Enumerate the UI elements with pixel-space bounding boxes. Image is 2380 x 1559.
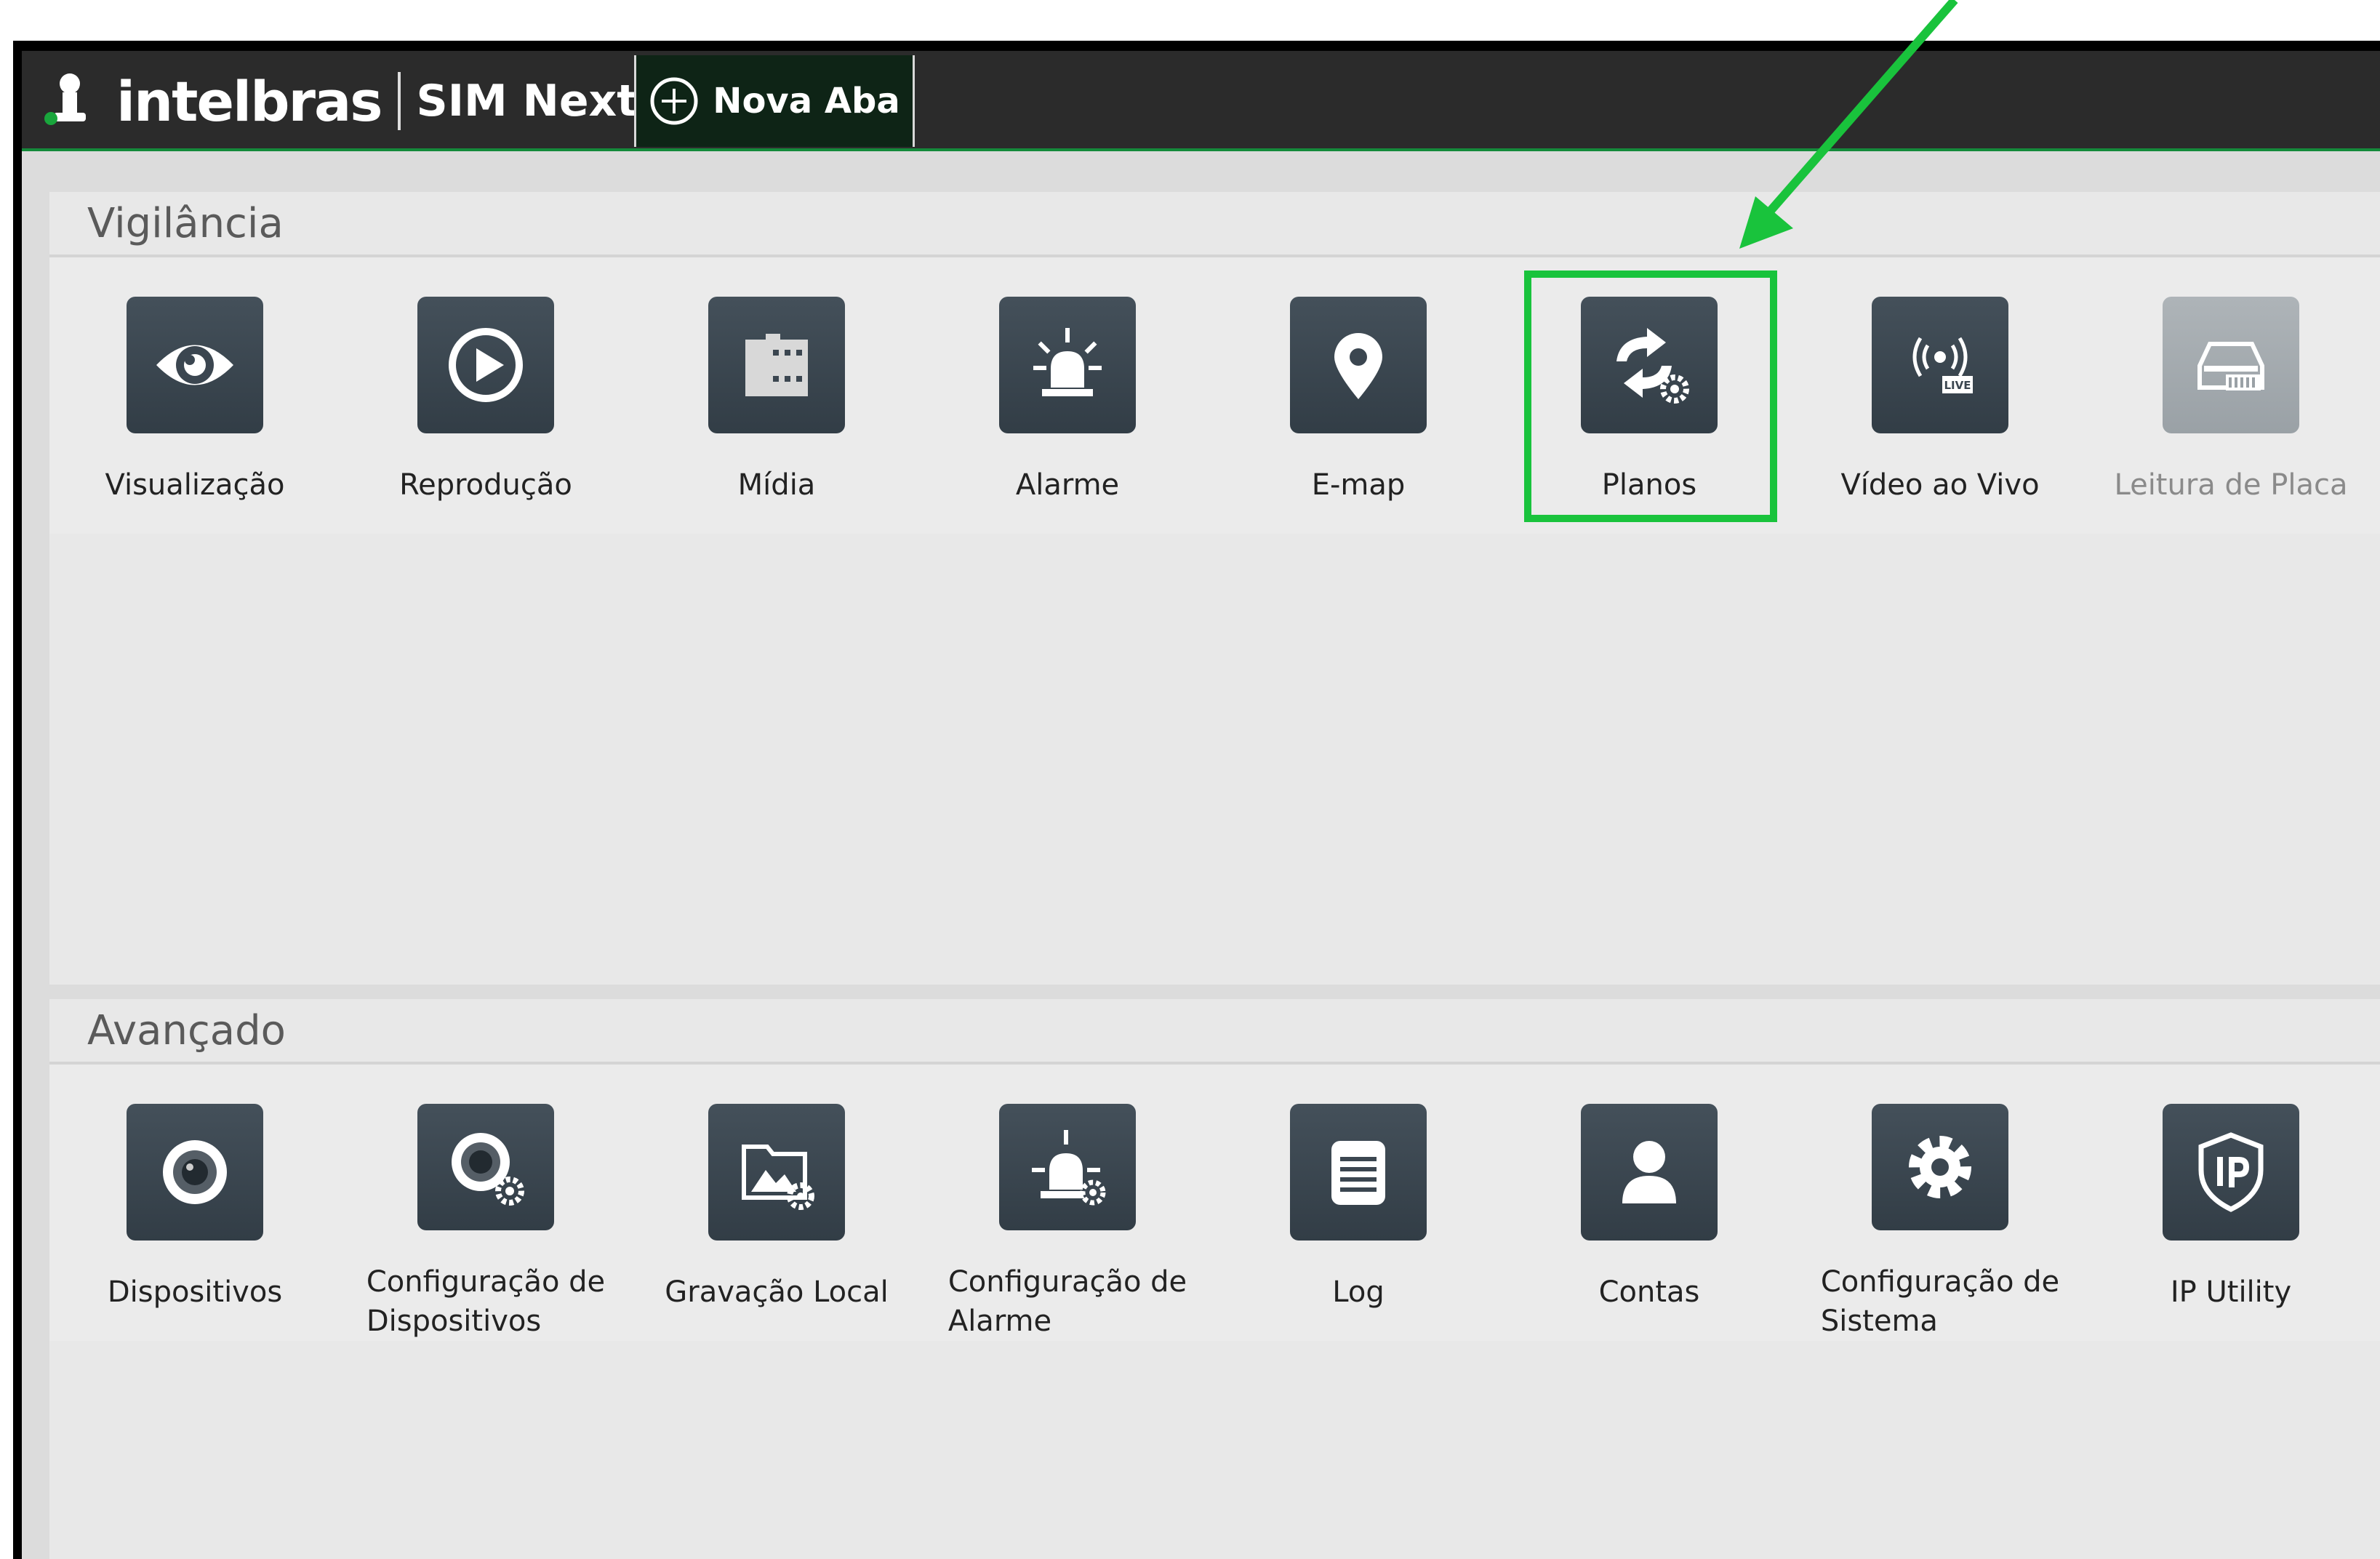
svg-text:LIVE: LIVE	[1944, 379, 1971, 392]
tile-dispositivos[interactable]: Dispositivos	[49, 1065, 340, 1341]
app-logo: intelbras SIM Next	[44, 51, 638, 151]
log-list-icon	[1331, 1141, 1385, 1205]
tile-label: Vídeo ao Vivo	[1840, 468, 2040, 502]
tile-gravacao-local[interactable]: Gravação Local	[631, 1065, 922, 1341]
tile-label: Configuração de Alarme	[947, 1265, 1187, 1338]
tile-label: IP Utility	[2170, 1275, 2292, 1309]
section-avancado: Avançado Dispositivos Configuração de Di…	[49, 999, 2380, 1559]
tile-label: Reprodução	[399, 468, 572, 502]
icon-row: Visualização Reprodução Mídia Alarme E-m…	[49, 257, 2380, 534]
camera-icon	[163, 1140, 227, 1204]
tile-alarme[interactable]: Alarme	[922, 257, 1213, 534]
user-logo-icon	[44, 73, 86, 125]
tile-label: Contas	[1598, 1275, 1700, 1309]
play-icon	[449, 328, 523, 402]
map-pin-icon	[1334, 333, 1382, 399]
tile-visualizacao[interactable]: Visualização	[49, 257, 340, 534]
folder-image-gear-icon	[742, 1145, 814, 1210]
user-icon	[1622, 1141, 1676, 1203]
tile-label: Visualização	[105, 468, 285, 502]
plus-circle-icon	[650, 77, 698, 125]
film-icon	[745, 334, 808, 396]
annotation-arrow-icon	[1739, 0, 1958, 249]
section-vigilancia: Vigilância Visualização Reprodução Mídia…	[49, 192, 2380, 985]
tile-label: Configuração de Sistema	[1820, 1265, 2060, 1338]
tile-label: E-map	[1311, 468, 1406, 502]
brand-separator	[397, 72, 401, 130]
icon-row: Dispositivos Configuração de Dispositivo…	[49, 1065, 2380, 1341]
tile-label: Leitura de Placa	[2114, 468, 2348, 502]
tile-reproducao[interactable]: Reprodução	[340, 257, 631, 534]
eye-icon	[156, 345, 233, 385]
tile-label: Dispositivos	[107, 1275, 283, 1309]
brand-name: intelbras	[116, 68, 382, 134]
tile-contas[interactable]: Contas	[1504, 1065, 1795, 1341]
tile-label: Log	[1332, 1275, 1385, 1309]
live-broadcast-icon: LIVE	[1912, 337, 1973, 393]
product-name: SIM Next	[416, 76, 638, 127]
siren-gear-icon	[1032, 1130, 1106, 1206]
tile-ip-utility[interactable]: IP Utility	[2085, 1065, 2376, 1341]
tile-leitura-de-placa: Leitura de Placa	[2085, 257, 2376, 534]
car-plate-icon	[2197, 342, 2264, 390]
section-title: Vigilância	[49, 192, 2380, 257]
tile-log[interactable]: Log	[1213, 1065, 1504, 1341]
planos-highlight-box	[1524, 270, 1777, 522]
tile-configuracao-de-dispositivos[interactable]: Configuração de Dispositivos	[340, 1065, 631, 1341]
tile-video-ao-vivo[interactable]: LIVE Vídeo ao Vivo	[1795, 257, 2085, 534]
tile-midia[interactable]: Mídia	[631, 257, 922, 534]
ip-shield-icon	[2198, 1132, 2264, 1212]
siren-icon	[1033, 328, 1102, 396]
gear-icon	[1909, 1136, 1971, 1198]
tile-e-map[interactable]: E-map	[1213, 257, 1504, 534]
camera-gear-icon	[452, 1133, 524, 1206]
tile-label: Mídia	[737, 468, 816, 502]
section-title: Avançado	[49, 999, 2380, 1065]
tile-configuracao-de-sistema[interactable]: Configuração de Sistema	[1795, 1065, 2085, 1341]
tile-label: Configuração de Dispositivos	[366, 1265, 606, 1338]
new-tab-button[interactable]: Nova Aba	[634, 55, 915, 147]
tile-label: Alarme	[1015, 468, 1120, 502]
title-bar: intelbras SIM Next Nova Aba	[22, 51, 2380, 151]
tile-configuracao-de-alarme[interactable]: Configuração de Alarme	[922, 1065, 1213, 1341]
new-tab-label: Nova Aba	[713, 81, 900, 121]
tile-label: Gravação Local	[665, 1275, 889, 1309]
main-content: Vigilância Visualização Reprodução Mídia…	[22, 151, 2380, 1559]
